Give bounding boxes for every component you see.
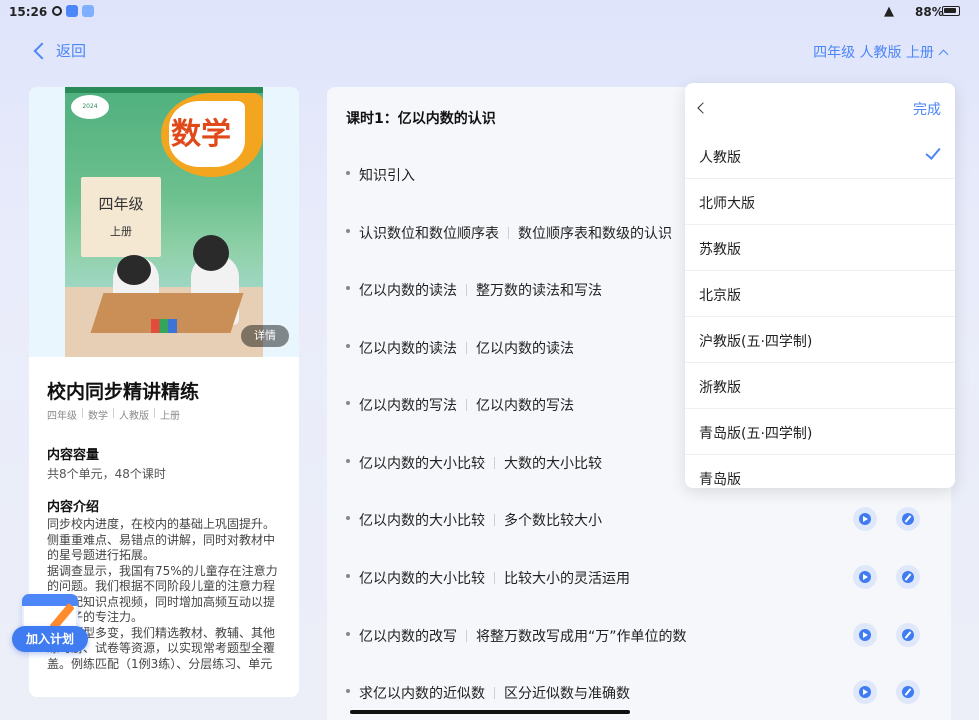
lesson-item[interactable]: 亿以内数的大小比较 比较大小的灵活运用 (327, 557, 951, 597)
tag-edition: 人教版 (119, 411, 149, 422)
book-cover-image: 2024 数学 四年级 上册 (65, 87, 263, 357)
home-indicator[interactable] (350, 710, 630, 714)
play-video-button[interactable] (853, 507, 877, 531)
edition-option-label: 沪教版(五·四学制) (699, 334, 813, 350)
play-video-button[interactable] (853, 623, 877, 647)
edition-option-label: 北师大版 (699, 196, 755, 212)
play-icon (859, 571, 871, 583)
practice-button[interactable] (896, 507, 920, 531)
lesson-subtopic: 整万数的读法和写法 (476, 283, 602, 299)
edition-option-label: 青岛版(五·四学制) (699, 426, 813, 442)
detail-button[interactable]: 详情 (241, 325, 289, 347)
edition-option[interactable]: 北京版 (685, 271, 955, 317)
lesson-topic: 亿以内数的写法 (359, 398, 457, 414)
cover-volume: 上册 (110, 225, 132, 238)
pencil-icon (902, 629, 914, 641)
dropdown-back-icon[interactable] (697, 102, 709, 114)
lesson-item[interactable]: 亿以内数的改写 将整万数改写成用“万”作单位的数 (327, 615, 951, 655)
intro-heading: 内容介绍 (47, 500, 100, 515)
lesson-topic: 亿以内数的改写 (359, 629, 457, 645)
wifi-icon: ▲ (884, 4, 894, 19)
lesson-topic: 亿以内数的大小比较 (359, 513, 485, 529)
practice-button[interactable] (896, 565, 920, 589)
edition-option[interactable]: 北师大版 (685, 179, 955, 225)
course-title: 校内同步精讲精练 (47, 381, 200, 403)
chevron-left-icon (33, 42, 51, 59)
lesson-topic: 亿以内数的读法 (359, 283, 457, 299)
cover-subject: 数学 (171, 117, 231, 152)
capacity-text: 共8个单元，48个课时 (47, 467, 166, 481)
pencil-icon (902, 571, 914, 583)
intro-paragraph: 同步校内进度，在校内的基础上巩固提升。侧重重难点、易错点的讲解，同时对教材中的星… (47, 517, 276, 562)
edition-option[interactable]: 苏教版 (685, 225, 955, 271)
edition-option[interactable]: 浙教版 (685, 363, 955, 409)
lesson-title: 课时1：亿以内数的认识 (346, 111, 496, 127)
tag-subject: 数学 (88, 411, 108, 422)
capacity-heading: 内容容量 (47, 448, 100, 463)
edition-dropdown: 完成 人教版 北师大版 苏教版 北京版 沪教版(五·四学制) 浙教版 青岛版(五… (685, 83, 955, 488)
lesson-topic: 亿以内数的大小比较 (359, 456, 485, 472)
add-plan-button[interactable]: 加入计划 (12, 592, 88, 658)
edition-label: 四年级 人教版 上册 (813, 45, 934, 61)
lesson-subtopic: 区分近似数与准确数 (504, 686, 630, 702)
play-icon (859, 629, 871, 641)
battery-percent: 88% (915, 5, 944, 19)
course-tags: 四年级 数学 人教版 上册 (47, 407, 180, 422)
status-bar: 15:26 ▲ 88% (0, 0, 979, 26)
lesson-topic: 知识引入 (359, 168, 415, 184)
cover-grade: 四年级 (98, 195, 144, 213)
lesson-topic: 求亿以内数的近似数 (359, 686, 485, 702)
book-cover-area: 2024 数学 四年级 上册 详情 (29, 87, 299, 357)
app-notification-icon (66, 5, 78, 17)
lesson-item[interactable]: 求亿以内数的近似数 区分近似数与准确数 (327, 672, 951, 712)
edition-option-label: 北京版 (699, 288, 741, 304)
back-button[interactable]: 返回 (32, 40, 86, 61)
practice-button[interactable] (896, 680, 920, 704)
add-plan-label: 加入计划 (12, 626, 88, 652)
lesson-subtopic: 亿以内数的读法 (476, 341, 574, 357)
lesson-item[interactable]: 亿以内数的大小比较 多个数比较大小 (327, 499, 951, 539)
lesson-subtopic: 亿以内数的写法 (476, 398, 574, 414)
status-time: 15:26 (9, 5, 48, 19)
lesson-subtopic: 多个数比较大小 (504, 513, 602, 529)
lesson-topic: 亿以内数的大小比较 (359, 571, 485, 587)
edition-option[interactable]: 青岛版(五·四学制) (685, 409, 955, 455)
lesson-topic: 认识数位和数位顺序表 (359, 226, 499, 242)
lesson-subtopic: 比较大小的灵活运用 (504, 571, 630, 587)
lesson-subtopic: 数位顺序表和数级的认识 (518, 226, 672, 242)
play-video-button[interactable] (853, 565, 877, 589)
back-label: 返回 (56, 42, 87, 60)
lesson-subtopic: 大数的大小比较 (504, 456, 602, 472)
edition-option-label: 苏教版 (699, 242, 741, 258)
edition-option[interactable]: 人教版 (685, 133, 955, 179)
battery-icon (942, 6, 960, 16)
edition-option-label: 人教版 (699, 150, 741, 166)
edition-option-label: 青岛版 (699, 472, 741, 488)
play-icon (859, 686, 871, 698)
chevron-up-icon (938, 49, 949, 59)
edition-selector[interactable]: 四年级 人教版 上册 (813, 42, 949, 62)
edition-option[interactable]: 沪教版(五·四学制) (685, 317, 955, 363)
edition-option-label: 浙教版 (699, 380, 741, 396)
notification-icon (52, 6, 62, 16)
check-icon (925, 144, 941, 160)
publisher-logo: 2024 (71, 95, 109, 119)
play-icon (859, 513, 871, 525)
tag-grade: 四年级 (47, 411, 77, 422)
pencil-icon (902, 686, 914, 698)
edition-option[interactable]: 青岛版 (685, 455, 955, 488)
practice-button[interactable] (896, 623, 920, 647)
lesson-topic: 亿以内数的读法 (359, 341, 457, 357)
lesson-subtopic: 将整万数改写成用“万”作单位的数 (476, 629, 687, 645)
tag-volume: 上册 (160, 411, 180, 422)
pencil-icon (902, 513, 914, 525)
app-notification-icon-2 (82, 5, 94, 17)
play-video-button[interactable] (853, 680, 877, 704)
done-button[interactable]: 完成 (913, 99, 941, 119)
